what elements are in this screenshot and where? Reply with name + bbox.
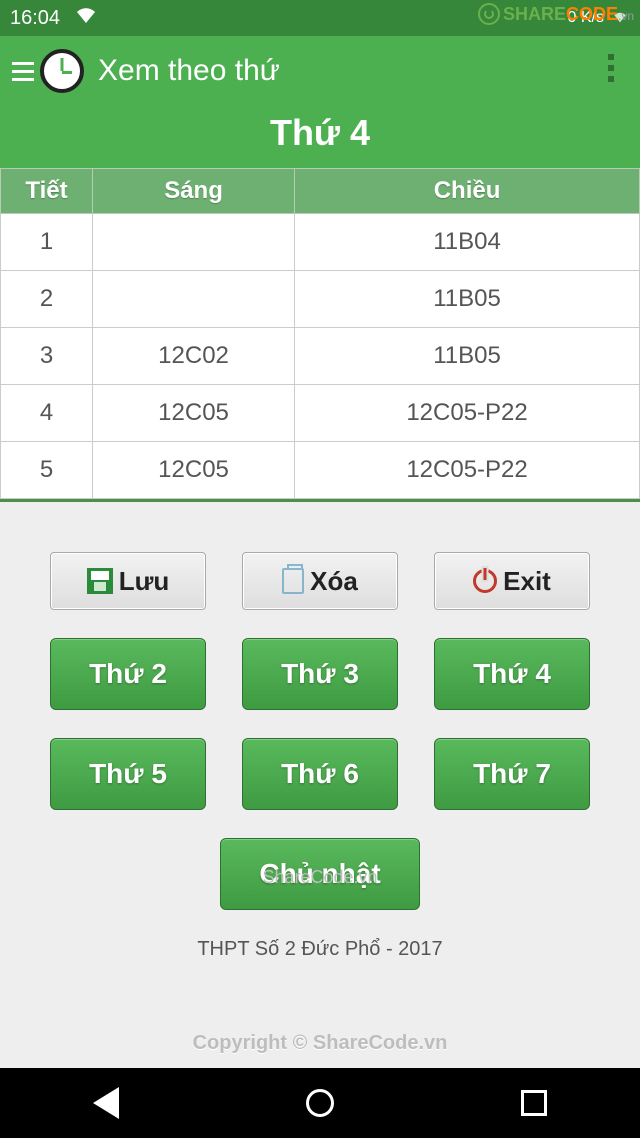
day-wed-button[interactable]: Thứ 4 [434, 638, 590, 710]
day-fri-button[interactable]: Thứ 6 [242, 738, 398, 810]
save-label: Lưu [119, 566, 170, 597]
delete-label: Xóa [310, 566, 358, 597]
cell-tiet: 1 [1, 214, 93, 271]
menu-icon[interactable] [12, 62, 40, 81]
exit-label: Exit [503, 566, 551, 597]
table-row: 4 12C05 12C05-P22 [1, 385, 640, 442]
delete-button[interactable]: Xóa [242, 552, 398, 610]
day-sat-button[interactable]: Thứ 7 [434, 738, 590, 810]
app-title: Xem theo thứ [98, 54, 280, 88]
overflow-menu-icon[interactable] [608, 54, 614, 82]
content-body: Lưu Xóa Exit Thứ 2 Thứ 3 Thứ 4 Thứ 5 Thứ… [0, 502, 640, 961]
cell-sang[interactable]: 12C05 [93, 385, 295, 442]
cell-chieu[interactable]: 12C05-P22 [295, 385, 640, 442]
table-row: 3 12C02 11B05 [1, 328, 640, 385]
day-thu-button[interactable]: Thứ 5 [50, 738, 206, 810]
clock-icon [40, 49, 84, 93]
cell-tiet: 5 [1, 442, 93, 499]
status-time: 16:04 [10, 7, 60, 30]
th-tiet: Tiết [1, 169, 93, 214]
cell-chieu[interactable]: 11B05 [295, 328, 640, 385]
nav-home-icon[interactable] [306, 1089, 334, 1117]
android-nav-bar [0, 1068, 640, 1138]
cell-tiet: 2 [1, 271, 93, 328]
wifi-icon [74, 5, 98, 31]
power-icon [473, 569, 497, 593]
status-bar: 16:04 0 K/s SHARECODE.vn [0, 0, 640, 36]
logo-text-3: .vn [618, 9, 634, 23]
cell-tiet: 3 [1, 328, 93, 385]
watermark-large: Copyright © ShareCode.vn [0, 1032, 640, 1055]
day-mon-button[interactable]: Thứ 2 [50, 638, 206, 710]
cell-sang[interactable] [93, 271, 295, 328]
cell-sang[interactable] [93, 214, 295, 271]
table-row: 1 11B04 [1, 214, 640, 271]
schedule-table: Tiết Sáng Chiều 1 11B04 2 11B05 3 12C02 … [0, 168, 640, 499]
nav-recent-icon[interactable] [521, 1090, 547, 1116]
day-sun-button[interactable]: Chủ nhật [220, 838, 420, 910]
day-row-2: Thứ 5 Thứ 6 Thứ 7 [0, 738, 640, 810]
schedule-table-wrap: Tiết Sáng Chiều 1 11B04 2 11B05 3 12C02 … [0, 168, 640, 502]
cell-sang[interactable]: 12C05 [93, 442, 295, 499]
save-button[interactable]: Lưu [50, 552, 206, 610]
status-left: 16:04 [10, 5, 98, 31]
nav-back-icon[interactable] [93, 1087, 119, 1119]
footer-text: THPT Số 2 Đức Phổ - 2017 [0, 938, 640, 961]
th-chieu: Chiều [295, 169, 640, 214]
sharecode-logo: SHARECODE.vn [478, 3, 634, 25]
cell-tiet: 4 [1, 385, 93, 442]
cell-chieu[interactable]: 11B05 [295, 271, 640, 328]
exit-button[interactable]: Exit [434, 552, 590, 610]
cell-sang[interactable]: 12C02 [93, 328, 295, 385]
table-row: 2 11B05 [1, 271, 640, 328]
day-tue-button[interactable]: Thứ 3 [242, 638, 398, 710]
logo-text-1: SHARE [503, 4, 566, 24]
save-icon [87, 568, 113, 594]
logo-text-2: CODE [566, 4, 618, 24]
cell-chieu[interactable]: 12C05-P22 [295, 442, 640, 499]
th-sang: Sáng [93, 169, 295, 214]
cell-chieu[interactable]: 11B04 [295, 214, 640, 271]
day-row-1: Thứ 2 Thứ 3 Thứ 4 [0, 638, 640, 710]
trash-icon [282, 568, 304, 594]
day-heading: Thứ 4 [0, 106, 640, 168]
table-row: 5 12C05 12C05-P22 [1, 442, 640, 499]
app-bar: Xem theo thứ [0, 36, 640, 106]
day-row-3: Chủ nhật [0, 838, 640, 910]
action-row: Lưu Xóa Exit [0, 552, 640, 610]
sharecode-ring-icon [478, 3, 500, 25]
